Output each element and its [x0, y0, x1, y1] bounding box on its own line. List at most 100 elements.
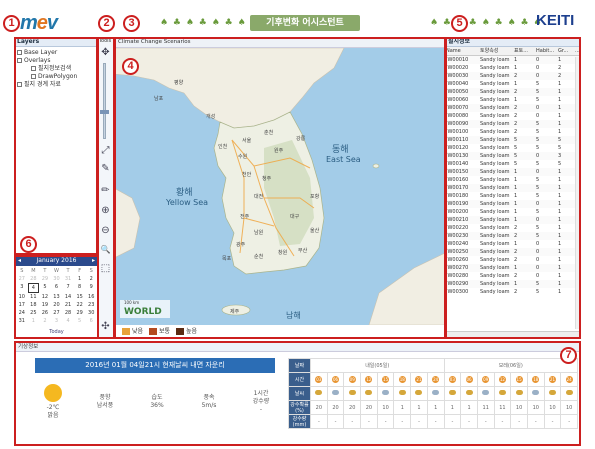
calendar-day[interactable]: 6 [51, 283, 63, 293]
select-icon[interactable]: ⬚ [99, 263, 112, 274]
calendar-day[interactable]: 22 [74, 301, 86, 309]
table-row[interactable]: JW00080 Sandy loam 2 0 1 [445, 112, 580, 120]
calendar-day[interactable]: 1 [74, 275, 86, 283]
table-row[interactable]: JW00170 Sandy loam 1 5 1 [445, 184, 580, 192]
calendar-day[interactable]: 14 [62, 293, 74, 301]
calendar-day[interactable]: 29 [74, 309, 86, 317]
zoom-slider-handle[interactable] [100, 110, 109, 114]
table-row[interactable]: JW00300 Sandy loam 2 5 1 [445, 288, 580, 296]
table-row[interactable]: JW00010 Sandy loam 1 0 1 [445, 55, 580, 64]
table-header-cell[interactable]: 토양속성 [479, 47, 513, 56]
zoom-out-icon[interactable]: ⊖ [99, 225, 112, 236]
table-row[interactable]: JW00150 Sandy loam 1 0 1 [445, 168, 580, 176]
edit-icon[interactable]: ✏ [99, 185, 112, 196]
vertical-scrollbar[interactable] [575, 57, 580, 329]
calendar-day[interactable]: 9 [85, 283, 97, 293]
table-row[interactable]: JW00210 Sandy loam 1 0 1 [445, 216, 580, 224]
table-row[interactable]: JW00180 Sandy loam 1 5 1 [445, 192, 580, 200]
table-row[interactable]: JW00260 Sandy loam 2 0 1 [445, 256, 580, 264]
calendar-day[interactable]: 18 [28, 301, 40, 309]
calendar-day[interactable]: 28 [28, 275, 40, 283]
calendar-day[interactable]: 19 [39, 301, 51, 309]
fullscreen-icon[interactable]: ⤢ [99, 145, 112, 156]
calendar-day[interactable]: 25 [28, 309, 40, 317]
calendar-day[interactable]: 26 [39, 309, 51, 317]
table-row[interactable]: JW00120 Sandy loam 5 5 5 [445, 144, 580, 152]
calendar-day[interactable]: 24 [16, 309, 28, 317]
korea-map[interactable]: 동해 East Sea 황해 Yellow Sea 남해 서울 인천 수원 천안… [114, 48, 445, 325]
calendar-day[interactable]: 27 [16, 275, 28, 283]
calendar-day[interactable]: 3 [16, 283, 28, 293]
table-row[interactable]: JW00190 Sandy loam 1 0 1 [445, 200, 580, 208]
zoom-in-icon[interactable]: ⊕ [99, 205, 112, 216]
calendar-day[interactable]: 31 [62, 275, 74, 283]
table-row[interactable]: JW00290 Sandy loam 1 5 1 [445, 280, 580, 288]
zoom-bar[interactable] [100, 63, 109, 139]
calendar-day[interactable]: 10 [16, 293, 28, 301]
calendar-day[interactable]: 16 [85, 293, 97, 301]
calendar-day[interactable]: 2 [85, 275, 97, 283]
calendar-day[interactable]: 3 [51, 317, 63, 325]
table-header-cell[interactable]: 표토... [513, 47, 535, 56]
table-row[interactable]: JW00030 Sandy loam 2 0 2 [445, 72, 580, 80]
table-row[interactable]: JW00090 Sandy loam 2 5 1 [445, 120, 580, 128]
calendar-day[interactable]: 4 [62, 317, 74, 325]
calendar-day[interactable]: 8 [74, 283, 86, 293]
table-row[interactable]: JW00250 Sandy loam 2 0 1 [445, 248, 580, 256]
layer-overlays[interactable]: Overlays [17, 57, 95, 65]
table-row[interactable]: JW00060 Sandy loam 1 5 1 [445, 96, 580, 104]
mev-logo[interactable]: mev [20, 12, 58, 35]
calendar-day[interactable]: 15 [74, 293, 86, 301]
calendar-day[interactable]: 13 [51, 293, 63, 301]
pencil-icon[interactable]: ✎ [99, 163, 112, 174]
calendar-day[interactable]: 31 [16, 317, 28, 325]
table-row[interactable]: JW00110 Sandy loam 5 5 5 [445, 136, 580, 144]
today-button[interactable]: Today [15, 329, 98, 335]
layer-base[interactable]: Base Layer [17, 49, 95, 57]
table-row[interactable]: JW00050 Sandy loam 2 5 1 [445, 88, 580, 96]
table-row[interactable]: JW00020 Sandy loam 1 0 2 [445, 64, 580, 72]
table-row[interactable]: JW00220 Sandy loam 2 5 1 [445, 224, 580, 232]
calendar-day[interactable]: 12 [39, 293, 51, 301]
table-row[interactable]: JW00270 Sandy loam 1 0 1 [445, 264, 580, 272]
table-row[interactable]: JW00070 Sandy loam 2 0 1 [445, 104, 580, 112]
next-month-icon[interactable]: ▸ [92, 256, 95, 266]
table-row[interactable]: JW00280 Sandy loam 2 0 1 [445, 272, 580, 280]
layer-parcel-boundary[interactable]: 필지 경계 자료 [17, 81, 95, 89]
calendar-day[interactable]: 23 [85, 301, 97, 309]
calendar-day[interactable]: 29 [39, 275, 51, 283]
horizontal-scrollbar[interactable] [445, 331, 580, 338]
layer-draw-polygon[interactable]: DrawPolygon [17, 73, 95, 81]
table-row[interactable]: JW00200 Sandy loam 1 5 1 [445, 208, 580, 216]
calendar-day[interactable]: 30 [85, 309, 97, 317]
table-header-cell[interactable]: Habit... [535, 47, 557, 56]
table-row[interactable]: JW00230 Sandy loam 2 5 1 [445, 232, 580, 240]
calendar-day[interactable]: 4 [27, 283, 40, 293]
calendar-day[interactable]: 28 [62, 309, 74, 317]
table-row[interactable]: JW00240 Sandy loam 1 0 1 [445, 240, 580, 248]
calendar-day[interactable]: 7 [62, 283, 74, 293]
calendar-day[interactable]: 20 [51, 301, 63, 309]
keiti-logo[interactable]: KEITI [536, 12, 574, 29]
table-row[interactable]: JW00160 Sandy loam 1 5 1 [445, 176, 580, 184]
pan-icon[interactable]: ✥ [99, 47, 112, 58]
layer-parcel-search[interactable]: 필지정보검색 [17, 65, 95, 73]
table-row[interactable]: JW00130 Sandy loam 5 0 3 [445, 152, 580, 160]
table-header-cell[interactable]: Name [445, 47, 479, 56]
map-tab[interactable]: Climate Change Scenarios [114, 37, 445, 48]
table-header-cell[interactable]: Gr... [557, 47, 574, 56]
calendar-day[interactable]: 17 [16, 301, 28, 309]
magnifier-icon[interactable]: 🔍 [99, 245, 112, 254]
calendar-day[interactable]: 5 [74, 317, 86, 325]
calendar-day[interactable]: 2 [39, 317, 51, 325]
table-row[interactable]: JW00040 Sandy loam 1 5 1 [445, 80, 580, 88]
table-row[interactable]: JW00100 Sandy loam 2 5 1 [445, 128, 580, 136]
calendar-day[interactable]: 6 [85, 317, 97, 325]
map-canvas[interactable]: 동해 East Sea 황해 Yellow Sea 남해 서울 인천 수원 천안… [114, 48, 445, 325]
calendar-day[interactable]: 27 [51, 309, 63, 317]
calendar-day[interactable]: 5 [39, 283, 51, 293]
calendar-day[interactable]: 11 [28, 293, 40, 301]
calendar-month[interactable]: January 2016 [37, 257, 77, 264]
move-icon[interactable]: ✣ [99, 321, 112, 332]
calendar-day[interactable]: 30 [51, 275, 63, 283]
